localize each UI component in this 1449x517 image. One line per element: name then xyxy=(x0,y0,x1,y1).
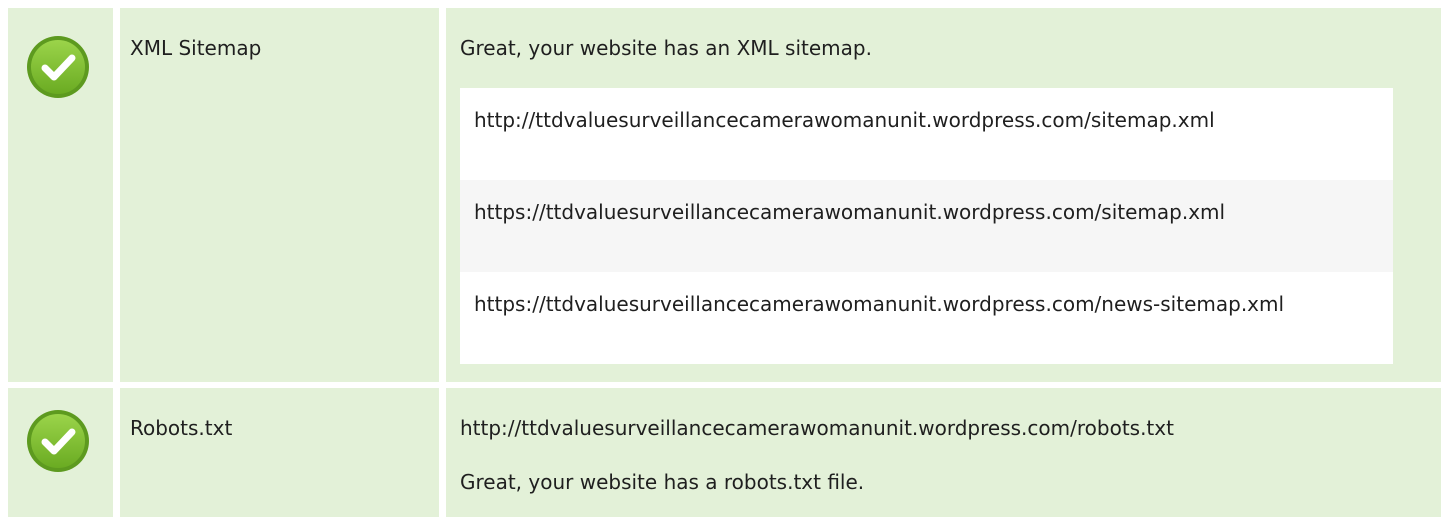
robots-status-text: Great, your website has a robots.txt fil… xyxy=(460,470,865,494)
sitemap-url-list: http://ttdvaluesurveillancecamerawomanun… xyxy=(460,88,1393,364)
robots-label-cell: Robots.txt xyxy=(120,388,439,517)
sitemap-url-item: https://ttdvaluesurveillancecamerawomanu… xyxy=(460,272,1393,364)
sitemap-label: XML Sitemap xyxy=(130,36,262,60)
sitemap-content-cell: Great, your website has an XML sitemap. … xyxy=(446,8,1441,382)
sitemap-row: XML Sitemap Great, your website has an X… xyxy=(8,8,1441,382)
sitemap-label-cell: XML Sitemap xyxy=(120,8,439,382)
robots-status-cell xyxy=(8,388,113,517)
robots-row: Robots.txt http://ttdvaluesurveillanceca… xyxy=(8,388,1441,517)
robots-url: http://ttdvaluesurveillancecamerawomanun… xyxy=(460,416,1174,440)
robots-label: Robots.txt xyxy=(130,416,233,440)
check-circle-icon xyxy=(27,36,89,98)
sitemap-status-text: Great, your website has an XML sitemap. xyxy=(460,36,872,60)
sitemap-status-cell xyxy=(8,8,113,382)
check-circle-icon xyxy=(27,410,89,472)
sitemap-url-item: https://ttdvaluesurveillancecamerawomanu… xyxy=(460,180,1393,272)
sitemap-url-item: http://ttdvaluesurveillancecamerawomanun… xyxy=(460,88,1393,180)
robots-content-cell: http://ttdvaluesurveillancecamerawomanun… xyxy=(446,388,1441,517)
